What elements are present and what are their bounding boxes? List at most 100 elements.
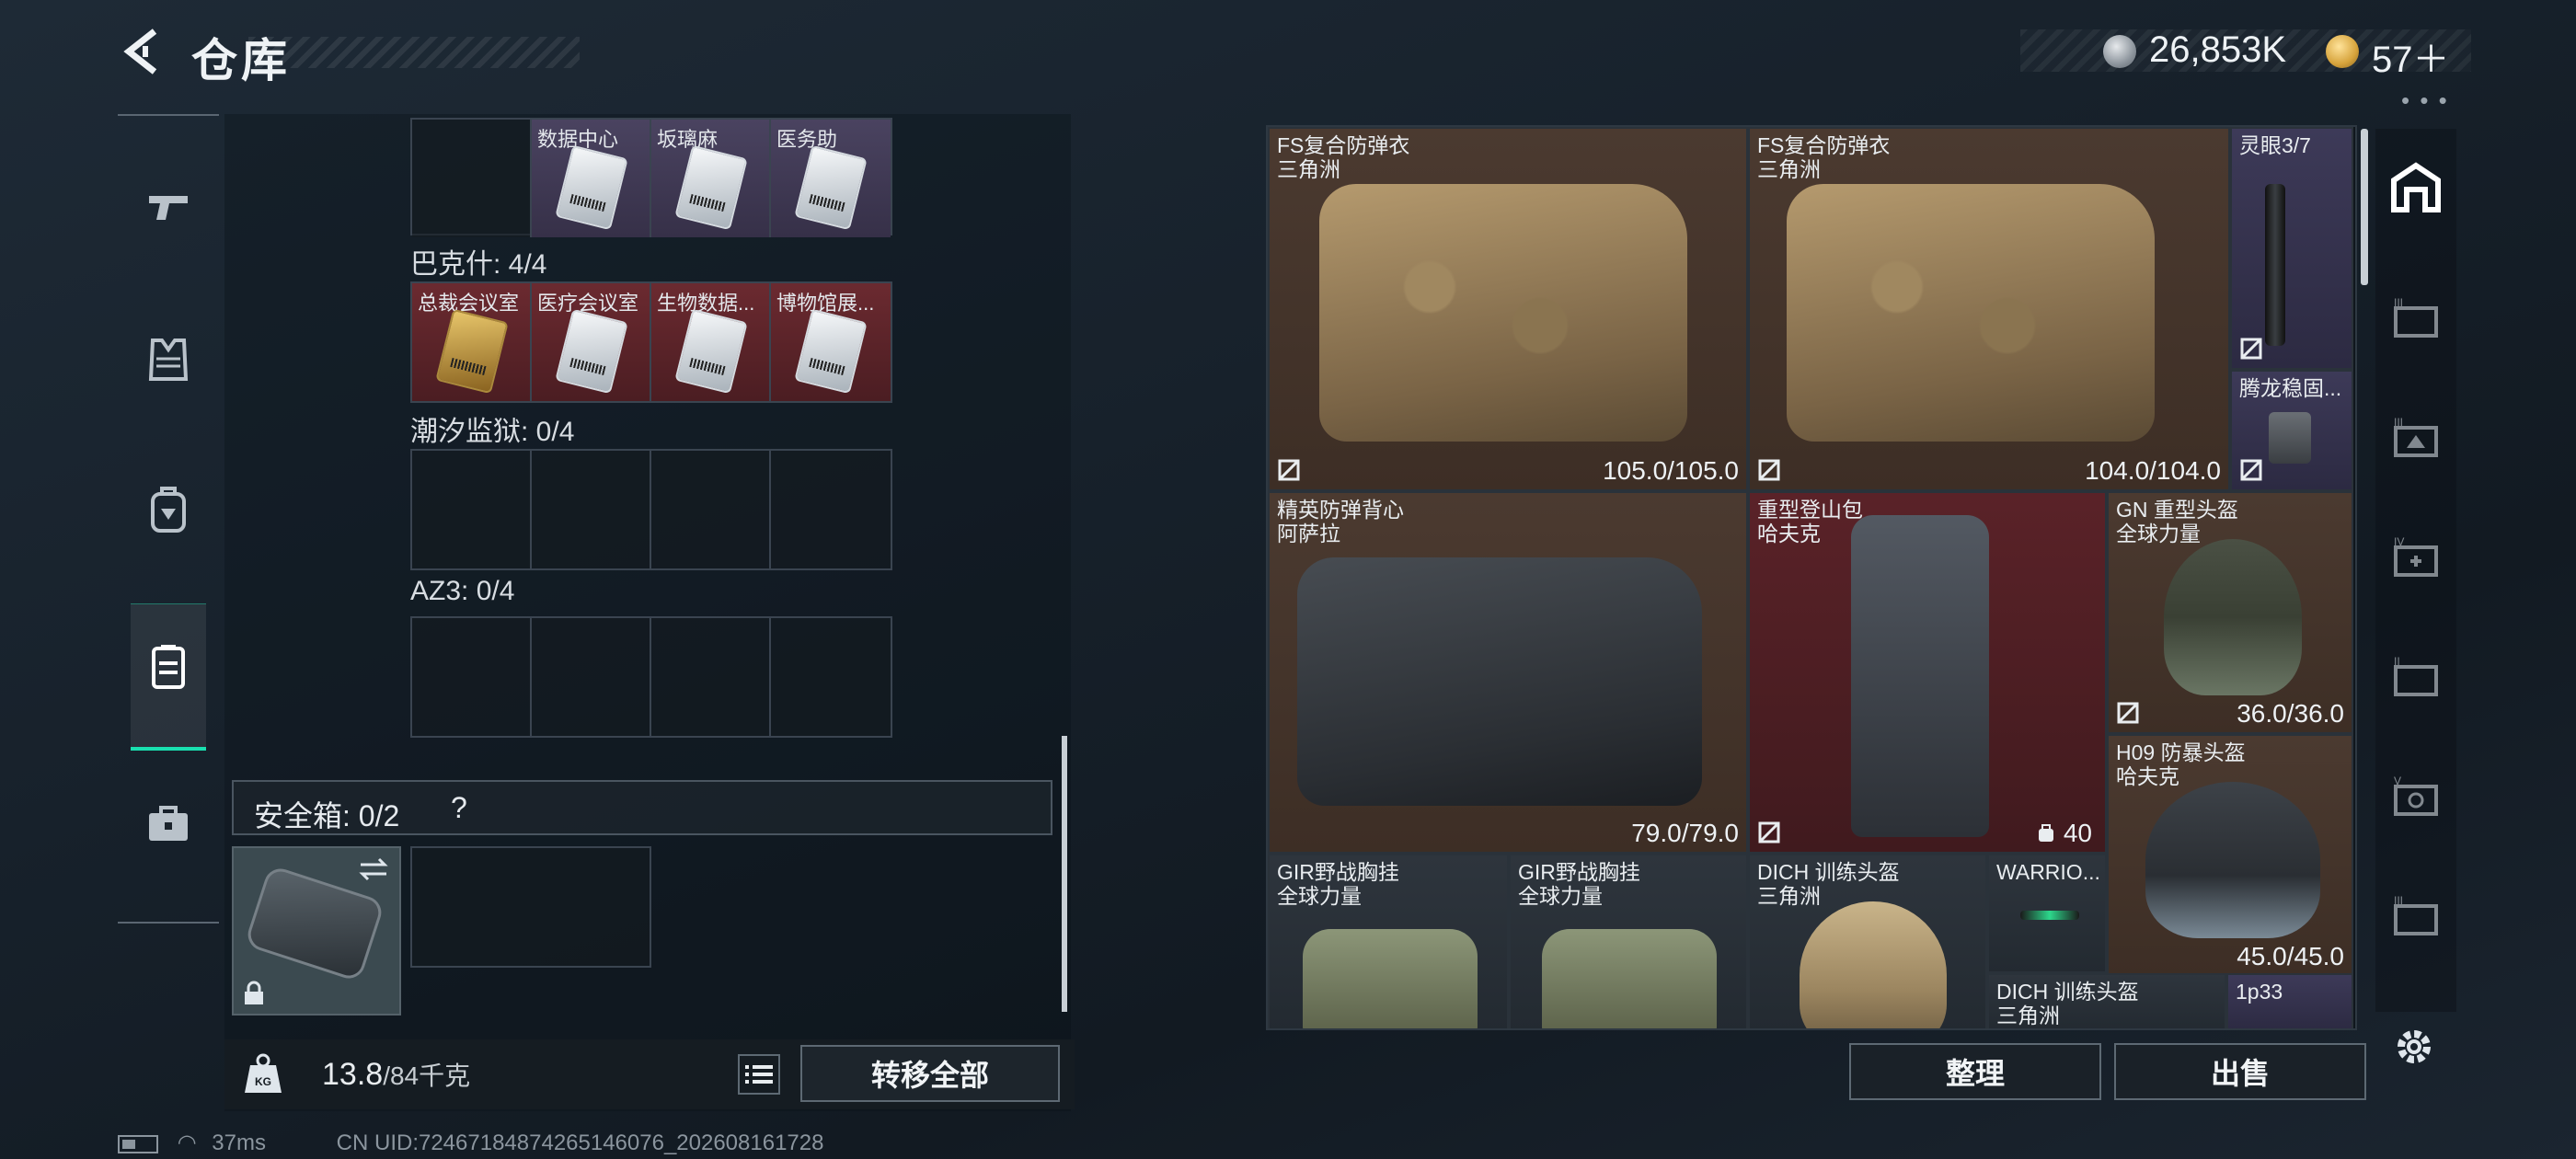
inventory-item[interactable]: GIR野战胸挂 全球力量 [1509, 854, 1748, 1028]
page-title: 仓库 [191, 35, 291, 86]
keycard-slot[interactable]: 博物馆展... [771, 283, 891, 401]
inventory-item[interactable]: FS复合防弹衣 三角洲 105.0/105.0 [1268, 127, 1748, 491]
keycard-row-chaoxi [410, 449, 892, 570]
safebox-slot-empty[interactable] [410, 846, 651, 968]
nav-armor[interactable] [132, 324, 204, 396]
keycard-name: 医务助 [776, 128, 838, 151]
inventory-item[interactable]: 灵眼3/7 [2230, 127, 2353, 370]
list-view-button[interactable] [738, 1054, 780, 1095]
capacity-icon [2039, 824, 2054, 842]
inventory-item[interactable]: FS复合防弹衣 三角洲 104.0/104.0 [1748, 127, 2230, 491]
backpack-image [1851, 515, 1989, 837]
item-faction: 哈夫克 [1757, 522, 1821, 545]
warehouse-icon [2391, 162, 2441, 212]
inventory-item[interactable]: 腾龙稳固... [2230, 370, 2353, 491]
storage-page-tab[interactable]: III [2388, 291, 2444, 346]
no-insurance-icon [1758, 821, 1780, 843]
helmet-image [2164, 539, 2302, 695]
warehouse-home-tab[interactable] [2388, 160, 2444, 215]
storage-page-tab[interactable]: II [2388, 649, 2444, 705]
item-durability: 36.0/36.0 [2237, 699, 2344, 728]
storage-page-tab[interactable]: III [2388, 889, 2444, 944]
back-arrow-icon[interactable] [118, 26, 169, 77]
keycard-slot[interactable]: 数据中心 [532, 120, 651, 237]
item-name: 灵眼3/7 [2239, 133, 2311, 157]
storage-page-tab[interactable]: III [2388, 410, 2444, 465]
storage-tab-icon: V [2394, 775, 2438, 816]
inventory-item[interactable]: DICH 训练头盔 三角洲 [1748, 854, 1987, 1028]
keycard-slot-empty[interactable] [412, 451, 532, 568]
keycard-slot-empty[interactable] [532, 451, 651, 568]
keycard-slot[interactable]: 坂璃麻 [651, 120, 771, 237]
keycard-row-bakesh: 总裁会议室 医疗会议室 生物数据... 博物馆展... [410, 281, 892, 403]
no-insurance-icon [2240, 459, 2262, 481]
title-decoration [248, 37, 580, 68]
keycard-slot[interactable]: 医务助 [771, 120, 891, 237]
inventory-item[interactable]: 1p33 [2226, 973, 2353, 1028]
storage-page-tab[interactable]: IV [2388, 530, 2444, 585]
keycard-slot-empty[interactable] [651, 618, 771, 736]
more-options-icon[interactable]: • • • [2401, 86, 2449, 115]
keycard-slot-empty[interactable] [771, 618, 891, 736]
item-faction: 全球力量 [1518, 884, 1603, 908]
safebox-slot[interactable] [232, 846, 401, 1016]
item-name: GIR野战胸挂 [1277, 860, 1399, 884]
keycard-slot-empty[interactable] [412, 618, 532, 736]
item-faction: 全球力量 [1277, 884, 1362, 908]
nav-container[interactable] [132, 631, 204, 703]
swap-icon[interactable] [357, 855, 390, 883]
weight-max: /84千克 [383, 1061, 471, 1090]
inventory-item[interactable]: 精英防弹背心 阿萨拉 79.0/79.0 [1268, 491, 1748, 854]
settings-gear-icon[interactable] [2388, 1021, 2440, 1073]
weight-readout: 13.8/84千克 [322, 1056, 470, 1093]
inventory-item[interactable]: 重型登山包 哈夫克 40 [1748, 491, 2107, 854]
top-bar: 仓库 26,853K 57＋ [0, 0, 2576, 110]
item-name: WARRIO... [1996, 860, 2100, 884]
keycard-slot-empty[interactable] [532, 618, 651, 736]
left-panel-scrollbar[interactable] [1062, 736, 1067, 1012]
weight-kg-icon: KG [245, 1053, 282, 1093]
keycard-slot-empty[interactable] [412, 120, 532, 237]
gold-currency-amount[interactable]: 57＋ [2372, 29, 2450, 83]
warehouse-scrollbar[interactable] [2361, 129, 2368, 285]
nav-backpack[interactable] [132, 475, 204, 546]
keycard-icon [674, 144, 748, 231]
inventory-item[interactable]: WARRIO... [1987, 854, 2107, 973]
keycard-slot[interactable]: 生物数据... [651, 283, 771, 401]
inventory-item[interactable]: H09 防暴头盔 哈夫克 45.0/45.0 [2107, 734, 2353, 977]
warehouse-page-nav: III III IV II V III [2375, 129, 2456, 1012]
no-insurance-icon [1758, 459, 1780, 481]
glowstick-image [2020, 911, 2079, 920]
warehouse-grid: FS复合防弹衣 三角洲 105.0/105.0 FS复合防弹衣 三角洲 104.… [1266, 125, 2357, 1030]
transfer-all-button[interactable]: 转移全部 [800, 1045, 1060, 1102]
item-name: GIR野战胸挂 [1518, 860, 1640, 884]
keycard-icon [794, 308, 868, 395]
help-icon[interactable]: ? [451, 791, 467, 825]
keycard-slot[interactable]: 总裁会议室 [412, 283, 532, 401]
item-capacity-value: 40 [2063, 819, 2092, 847]
keycard-slot-empty[interactable] [771, 451, 891, 568]
storage-page-tab[interactable]: V [2388, 769, 2444, 824]
nav-weapons[interactable] [132, 171, 204, 243]
keycard-slot-empty[interactable] [651, 451, 771, 568]
item-name: DICH 训练头盔 [1757, 860, 1900, 884]
item-faction: 三角洲 [1757, 157, 1821, 181]
item-name: 重型登山包 [1757, 498, 1863, 522]
vest-icon [148, 339, 189, 381]
keycard-icon [555, 144, 628, 231]
keycard-icon [794, 144, 868, 231]
keycard-name: 医疗会议室 [537, 292, 639, 315]
inventory-item[interactable]: DICH 训练头盔 三角洲 [1987, 973, 2226, 1028]
sell-button[interactable]: 出售 [2114, 1043, 2366, 1100]
sort-button[interactable]: 整理 [1849, 1043, 2101, 1100]
keycard-icon [674, 308, 748, 395]
inventory-item[interactable]: GN 重型头盔 全球力量 36.0/36.0 [2107, 491, 2353, 734]
weight-bar: KG 13.8/84千克 转移全部 [224, 1039, 1075, 1109]
item-name: H09 防暴头盔 [2116, 740, 2246, 764]
keycard-slot[interactable]: 医疗会议室 [532, 283, 651, 401]
inventory-item[interactable]: GIR野战胸挂 全球力量 [1268, 854, 1509, 1028]
player-uid: CN UID:7246718487426514607​6_20260816172… [336, 1130, 824, 1155]
nav-briefcase[interactable] [132, 787, 204, 859]
chest-rig-image [1542, 929, 1717, 1028]
item-name: 1p33 [2236, 980, 2283, 1004]
